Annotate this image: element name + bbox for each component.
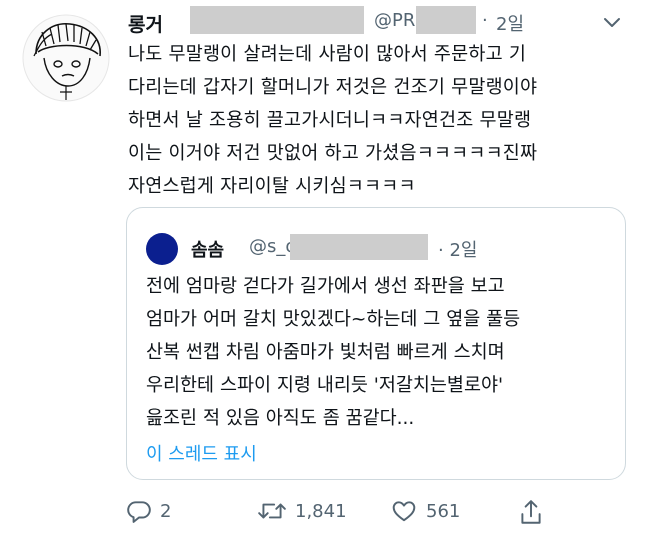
reply-button[interactable]: 2 bbox=[126, 498, 186, 526]
tweet-actions: 2 1,841 561 bbox=[126, 498, 646, 528]
quote-text-line: 엄마가 어머 갈치 맛있겠다~하는데 그 옆을 풀등 bbox=[146, 309, 521, 330]
quoted-tweet[interactable]: 솜솜 @s_o · 2일 전에 엄마랑 걷다가 길가에서 생선 좌판을 보고 엄… bbox=[126, 207, 626, 480]
tweet-header: 롱거 @PR · 2일 bbox=[128, 6, 658, 37]
like-count: 561 bbox=[426, 501, 461, 522]
tweet-text-line: 다리는데 갑자기 할머니가 저것은 건조기 무말랭이야 bbox=[128, 77, 538, 98]
reply-icon bbox=[127, 501, 151, 523]
separator-dot: · bbox=[438, 240, 444, 261]
quote-text-line: 산복 썬캡 차림 아줌마가 빛처럼 빠르게 스치며 bbox=[146, 342, 505, 363]
quote-time-value: 2일 bbox=[449, 240, 478, 261]
share-button[interactable] bbox=[518, 498, 548, 526]
retweet-icon bbox=[258, 503, 286, 519]
chevron-down-icon[interactable] bbox=[603, 14, 621, 33]
tweet-time[interactable]: 2일 bbox=[496, 10, 524, 36]
quote-author-name: 솜솜 bbox=[191, 240, 225, 261]
quote-text-line: 읊조린 적 있음 아직도 좀 꿈같다... bbox=[146, 408, 415, 429]
author-handle[interactable]: @PR bbox=[374, 10, 415, 31]
reply-count: 2 bbox=[160, 501, 172, 522]
retweet-count: 1,841 bbox=[295, 501, 347, 522]
quote-text-line: 우리한테 스파이 지령 내리듯 '저갈치는별로야' bbox=[146, 375, 504, 396]
redaction-bar bbox=[290, 234, 428, 260]
show-thread-link[interactable]: 이 스레드 표시 bbox=[146, 440, 257, 466]
tweet-text-line: 나도 무말랭이 살려는데 사람이 많아서 주문하고 기 bbox=[128, 44, 527, 65]
quote-time: · 2일 bbox=[438, 236, 477, 262]
retweet-button[interactable]: 1,841 bbox=[257, 498, 357, 526]
tweet-text-line: 이는 이거야 저건 맛없어 하고 가셨음ㅋㅋㅋㅋㅋ진짜 bbox=[128, 143, 538, 164]
quote-text-line: 전에 엄마랑 걷다가 길가에서 생선 좌판을 보고 bbox=[146, 276, 505, 297]
tweet-text-line: 자연스럽게 자리이탈 시키심ㅋㅋㅋㅋ bbox=[128, 176, 416, 197]
like-icon bbox=[392, 501, 416, 522]
tweet-text-line: 하면서 날 조용히 끌고가시더니ㅋㅋ자연건조 무말랭 bbox=[128, 110, 532, 131]
quote-text: 전에 엄마랑 걷다가 길가에서 생선 좌판을 보고 엄마가 어머 갈치 맛있겠다… bbox=[146, 270, 616, 435]
author-name[interactable]: 롱거 bbox=[128, 10, 163, 37]
redaction-bar bbox=[190, 6, 364, 34]
separator-dot: · bbox=[482, 10, 488, 31]
share-icon bbox=[521, 500, 541, 524]
quote-avatar[interactable] bbox=[146, 233, 178, 265]
avatar[interactable] bbox=[22, 14, 110, 102]
like-button[interactable]: 561 bbox=[390, 498, 470, 526]
avatar-sketch-icon bbox=[22, 14, 110, 102]
redaction-bar bbox=[416, 6, 476, 34]
tweet-text: 나도 무말랭이 살려는데 사람이 많아서 주문하고 기 다리는데 갑자기 할머니… bbox=[128, 38, 638, 203]
